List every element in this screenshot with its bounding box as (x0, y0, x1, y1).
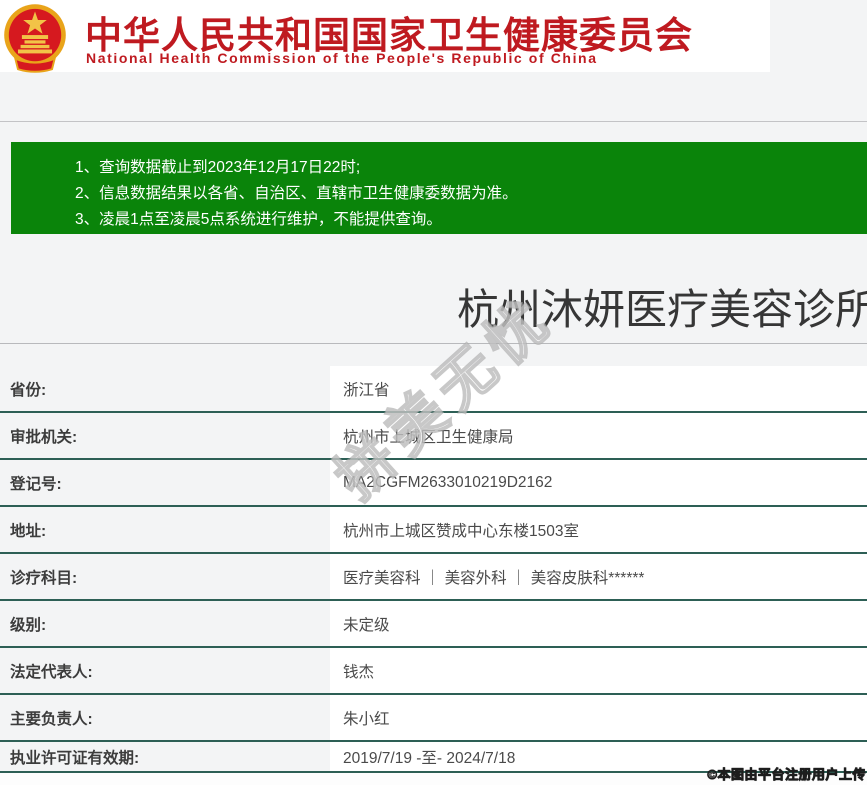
field-label: 诊疗科目: (10, 569, 78, 587)
field-label: 级别: (10, 616, 47, 634)
header-title-en: National Health Commission of the People… (86, 50, 598, 66)
national-emblem-icon (4, 4, 66, 73)
page-root: 中华人民共和国国家卫生健康委员会 National Health Commiss… (0, 0, 867, 785)
field-value: 钱杰 (343, 663, 375, 681)
field-value: 杭州市上城区赞成中心东楼1503室 (343, 522, 579, 540)
field-value: 浙江省 (343, 381, 390, 399)
field-label: 省份: (10, 381, 47, 399)
field-value: 2019/7/19 -至- 2024/7/18 (343, 749, 516, 767)
field-value: 医疗美容科 ｜ 美容外科 ｜ 美容皮肤科****** (343, 569, 645, 587)
field-label: 法定代表人: (10, 663, 93, 681)
field-label: 登记号: (10, 475, 62, 493)
institution-name-title: 杭州沐妍医疗美容诊所 (457, 286, 867, 333)
table-row: 级别: 未定级 (0, 601, 867, 648)
table-row: 诊疗科目: 医疗美容科 ｜ 美容外科 ｜ 美容皮肤科****** (0, 554, 867, 601)
notice-line: 2、信息数据结果以各省、自治区、直辖市卫生健康委数据为准。 (75, 185, 518, 202)
table-row: 审批机关: 杭州市上城区卫生健康局 (0, 413, 867, 460)
field-value: 未定级 (343, 616, 390, 634)
table-row: 法定代表人: 钱杰 (0, 648, 867, 695)
table-row: 地址: 杭州市上城区赞成中心东楼1503室 (0, 507, 867, 554)
copyright-stamp: ©本图由平台注册用户上传 (707, 767, 866, 783)
site-header: 中华人民共和国国家卫生健康委员会 National Health Commiss… (0, 0, 770, 73)
notice-line: 3、凌晨1点至凌晨5点系统进行维护，不能提供查询。 (75, 211, 442, 228)
field-label: 执业许可证有效期: (10, 749, 140, 767)
notice-banner: 1、查询数据截止到2023年12月17日22时; 2、信息数据结果以各省、自治区… (11, 142, 867, 234)
field-label: 地址: (10, 522, 47, 540)
notice-line: 1、查询数据截止到2023年12月17日22时; (75, 159, 361, 176)
field-value: 朱小红 (343, 710, 390, 728)
table-row: 主要负责人: 朱小红 (0, 695, 867, 742)
field-label: 审批机关: (10, 428, 78, 446)
field-value: 杭州市上城区卫生健康局 (343, 428, 514, 446)
table-row: 登记号: MA2CGFM2633010219D2162 (0, 460, 867, 507)
field-label: 主要负责人: (10, 710, 93, 728)
header-divider (0, 121, 867, 122)
table-row: 省份: 浙江省 (0, 366, 867, 413)
result-table: 省份: 浙江省 审批机关: 杭州市上城区卫生健康局 登记号: MA2CGFM26… (0, 366, 867, 773)
section-divider (0, 343, 867, 344)
field-value: MA2CGFM2633010219D2162 (343, 473, 553, 491)
